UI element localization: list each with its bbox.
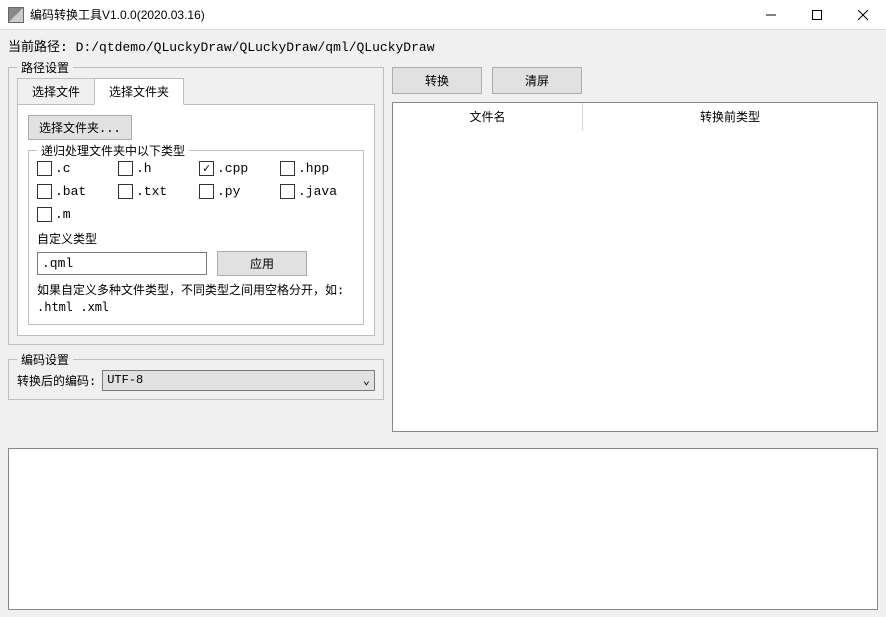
checkbox-txt[interactable]: .txt [118, 184, 193, 199]
recursive-types-group: 递归处理文件夹中以下类型 .c .h ✓.cpp .hpp .bat .txt … [28, 150, 364, 325]
recursive-types-title: 递归处理文件夹中以下类型 [37, 142, 189, 159]
checkbox-label: .py [217, 184, 240, 199]
checkbox-icon: ✓ [199, 161, 214, 176]
checkbox-label: .hpp [298, 161, 329, 176]
checkbox-m[interactable]: .m [37, 207, 112, 222]
checkbox-java[interactable]: .java [280, 184, 355, 199]
apply-button[interactable]: 应用 [217, 251, 307, 276]
custom-type-input[interactable] [37, 252, 207, 275]
checkbox-label: .c [55, 161, 71, 176]
checkbox-bat[interactable]: .bat [37, 184, 112, 199]
checkbox-py[interactable]: .py [199, 184, 274, 199]
convert-button[interactable]: 转换 [392, 67, 482, 94]
path-label: 当前路径: [8, 40, 68, 55]
checkbox-icon [37, 184, 52, 199]
path-settings-title: 路径设置 [17, 59, 73, 76]
select-folder-button[interactable]: 选择文件夹... [28, 115, 132, 140]
table-header: 文件名 转换前类型 [393, 103, 877, 131]
tab-select-folder[interactable]: 选择文件夹 [94, 78, 184, 105]
encoding-combo[interactable]: UTF-8 ⌄ [102, 370, 375, 391]
checkbox-label: .bat [55, 184, 86, 199]
checkbox-label: .java [298, 184, 337, 199]
custom-type-label: 自定义类型 [37, 230, 355, 247]
path-value: D:/qtdemo/QLuckyDraw/QLuckyDraw/qml/QLuc… [76, 40, 435, 55]
column-before-type[interactable]: 转换前类型 [583, 103, 877, 130]
checkbox-icon [37, 161, 52, 176]
tab-select-file[interactable]: 选择文件 [17, 78, 95, 105]
checkbox-icon [199, 184, 214, 199]
maximize-icon [812, 10, 822, 20]
path-settings-group: 路径设置 选择文件 选择文件夹 选择文件夹... 递归处理文件夹中以下类型 .c… [8, 67, 384, 345]
titlebar: 编码转换工具V1.0.0(2020.03.16) [0, 0, 886, 30]
window-title: 编码转换工具V1.0.0(2020.03.16) [30, 6, 748, 23]
tab-panel-folder: 选择文件夹... 递归处理文件夹中以下类型 .c .h ✓.cpp .hpp .… [17, 104, 375, 336]
checkbox-hpp[interactable]: .hpp [280, 161, 355, 176]
close-icon [858, 10, 868, 20]
close-button[interactable] [840, 0, 886, 30]
checkbox-icon [280, 161, 295, 176]
log-textarea[interactable] [8, 448, 878, 610]
maximize-button[interactable] [794, 0, 840, 30]
checkbox-label: .txt [136, 184, 167, 199]
clear-button[interactable]: 清屏 [492, 67, 582, 94]
custom-type-hint: 如果自定义多种文件类型，不同类型之间用空格分开，如: .html .xml [37, 282, 355, 316]
current-path: 当前路径: D:/qtdemo/QLuckyDraw/QLuckyDraw/qm… [8, 36, 878, 55]
checkbox-icon [280, 184, 295, 199]
column-filename[interactable]: 文件名 [393, 103, 583, 130]
minimize-button[interactable] [748, 0, 794, 30]
checkbox-label: .cpp [217, 161, 248, 176]
checkbox-label: .h [136, 161, 152, 176]
encoding-settings-group: 编码设置 转换后的编码: UTF-8 ⌄ [8, 359, 384, 400]
encoding-label: 转换后的编码: [17, 372, 96, 389]
app-icon [8, 7, 24, 23]
file-table[interactable]: 文件名 转换前类型 [392, 102, 878, 432]
checkbox-icon [37, 207, 52, 222]
checkbox-label: .m [55, 207, 71, 222]
encoding-value: UTF-8 [107, 373, 143, 387]
checkbox-icon [118, 184, 133, 199]
checkbox-icon [118, 161, 133, 176]
checkbox-cpp[interactable]: ✓.cpp [199, 161, 274, 176]
checkbox-h[interactable]: .h [118, 161, 193, 176]
encoding-settings-title: 编码设置 [17, 351, 73, 368]
minimize-icon [766, 10, 776, 20]
checkbox-c[interactable]: .c [37, 161, 112, 176]
chevron-down-icon: ⌄ [363, 373, 370, 388]
